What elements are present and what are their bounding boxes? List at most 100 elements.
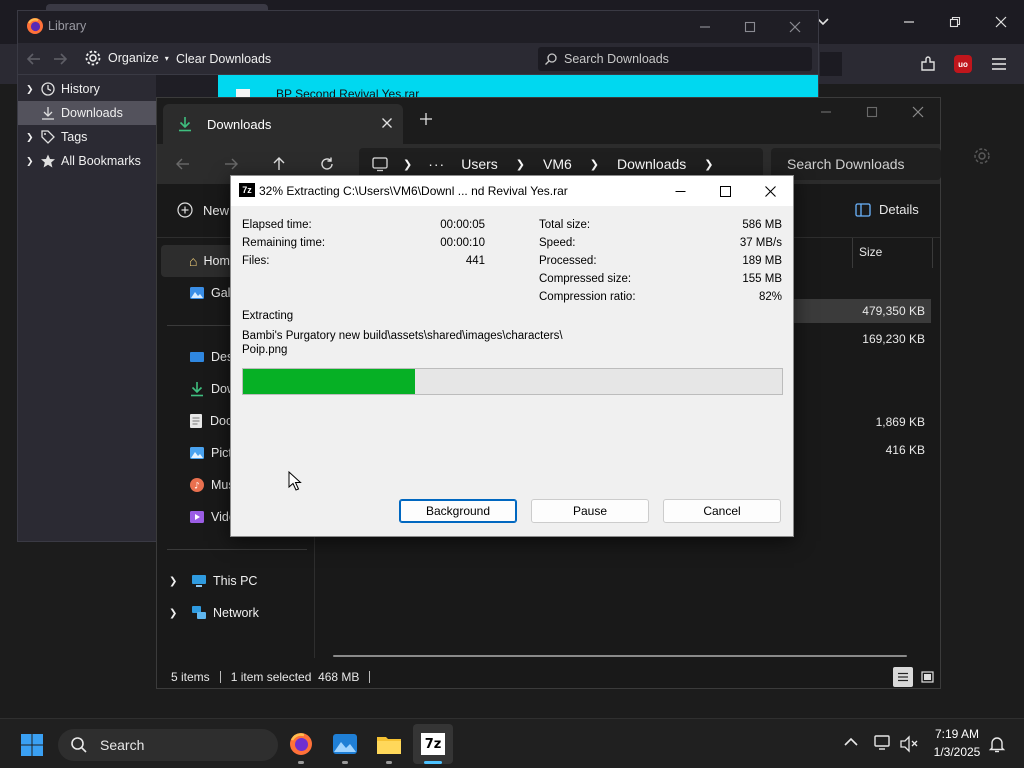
explorer-minimize-button[interactable] — [803, 94, 849, 130]
browser-restore-button[interactable] — [932, 4, 978, 40]
library-back-icon[interactable] — [26, 51, 42, 67]
expand-chevron-icon: ❯ — [26, 131, 34, 142]
column-divider — [932, 238, 933, 268]
volume-muted-icon[interactable] — [899, 735, 919, 753]
taskbar: Search 7z 7:19 AM 1/3/2025 — [0, 718, 1024, 768]
background-button[interactable]: Background — [399, 499, 517, 523]
extensions-icon[interactable] — [918, 54, 938, 74]
browser-close-button[interactable] — [978, 4, 1024, 40]
extraction-progress-dialog: 7z 32% Extracting C:\Users\VM6\Downl ...… — [230, 175, 794, 537]
explorer-up-icon[interactable] — [271, 156, 287, 172]
network-status-icon[interactable] — [873, 734, 893, 752]
svg-text:♪: ♪ — [194, 482, 200, 492]
horizontal-scrollbar[interactable] — [333, 655, 907, 657]
details-pane-icon — [855, 202, 871, 217]
mouse-cursor-icon — [288, 471, 302, 491]
tab-close-icon[interactable] — [381, 117, 393, 129]
network-icon — [192, 606, 206, 619]
photos-icon — [333, 734, 357, 754]
file-explorer-icon — [377, 737, 401, 754]
new-label: New — [203, 202, 230, 218]
breadcrumb-vm6[interactable]: VM6 — [543, 156, 572, 172]
taskbar-firefox-button[interactable] — [281, 724, 321, 764]
library-tree-history[interactable]: ❯ History — [18, 77, 156, 101]
nav-item-network[interactable]: ❯ Network — [161, 597, 311, 629]
notifications-bell-icon[interactable] — [988, 735, 1006, 753]
monitor-icon — [372, 157, 388, 172]
explorer-forward-icon[interactable] — [223, 156, 239, 172]
pause-button[interactable]: Pause — [531, 499, 649, 523]
tiles-view-button[interactable] — [917, 667, 937, 687]
library-titlebar: Library — [18, 11, 818, 43]
nav-item-label: Doc — [210, 414, 233, 428]
show-hidden-icons-chevron[interactable] — [843, 736, 859, 748]
details-view-button[interactable] — [893, 667, 913, 687]
explorer-close-button[interactable] — [895, 94, 941, 130]
organize-gear-icon — [85, 50, 101, 66]
explorer-tab-downloads[interactable]: Downloads — [163, 104, 403, 144]
clear-downloads-button[interactable]: Clear Downloads — [176, 52, 271, 66]
ublock-origin-icon[interactable]: uo — [954, 55, 972, 73]
tiles-view-icon — [920, 671, 934, 683]
library-minimize-button[interactable] — [682, 9, 728, 45]
nav-item-label: Hom — [203, 254, 230, 268]
browser-urlbar-end[interactable] — [820, 52, 842, 76]
explorer-search-input[interactable]: Search Downloads — [771, 148, 941, 180]
details-view-icon — [898, 672, 908, 682]
taskbar-search-box[interactable]: Search — [58, 729, 278, 761]
row-size: 1,869 KB — [875, 415, 925, 429]
explorer-back-icon[interactable] — [175, 156, 191, 172]
nav-item-this-pc[interactable]: ❯ This PC — [161, 565, 311, 597]
library-search-icon — [545, 53, 557, 65]
breadcrumb-ellipsis[interactable]: ··· — [428, 156, 445, 172]
clock-time[interactable]: 7:19 AM — [924, 727, 990, 741]
explorer-refresh-icon[interactable] — [319, 156, 335, 172]
taskbar-file-explorer-button[interactable] — [369, 724, 409, 764]
library-tree-tags[interactable]: ❯ Tags — [18, 125, 156, 149]
organize-button[interactable]: Organize ▾ — [84, 49, 169, 67]
library-tree-all-bookmarks[interactable]: ❯ All Bookmarks — [18, 149, 156, 173]
library-maximize-button[interactable] — [727, 9, 773, 45]
total-size-value: 586 MB — [742, 219, 782, 231]
windows-start-icon[interactable] — [20, 733, 44, 757]
cancel-button[interactable]: Cancel — [663, 499, 781, 523]
dialog-title: 32% Extracting C:\Users\VM6\Downl ... nd… — [259, 184, 568, 198]
compressed-size-label: Compressed size: — [539, 273, 632, 285]
expand-chevron-icon: ❯ — [26, 155, 34, 166]
breadcrumb-downloads[interactable]: Downloads — [617, 156, 686, 172]
library-search-input[interactable]: Search Downloads — [538, 47, 812, 71]
elapsed-time-label: Elapsed time: — [242, 219, 312, 231]
dialog-minimize-button[interactable] — [658, 176, 703, 206]
firefox-icon — [290, 733, 312, 755]
taskbar-search-label: Search — [100, 737, 145, 753]
new-tab-plus-icon[interactable] — [419, 112, 433, 126]
browser-settings-gear-icon[interactable] — [972, 146, 992, 166]
browser-minimize-button[interactable] — [886, 4, 932, 40]
explorer-maximize-button[interactable] — [849, 94, 895, 130]
new-button[interactable]: New — [177, 202, 229, 218]
library-forward-icon[interactable] — [52, 51, 68, 67]
column-divider — [852, 238, 853, 268]
downloads-folder-icon — [179, 117, 191, 132]
breadcrumb-users[interactable]: Users — [461, 156, 498, 172]
taskbar-photos-button[interactable] — [325, 724, 365, 764]
size-column-header[interactable]: Size — [859, 245, 882, 259]
library-close-button[interactable] — [772, 9, 818, 45]
taskbar-7zip-button[interactable]: 7z — [413, 724, 453, 764]
star-icon — [41, 154, 55, 168]
library-search-placeholder: Search Downloads — [564, 52, 669, 66]
details-button[interactable]: Details — [855, 202, 919, 217]
library-tree-downloads[interactable]: Downloads — [18, 101, 156, 125]
hamburger-menu-icon[interactable] — [990, 56, 1008, 72]
library-tree-label: History — [61, 82, 100, 96]
expand-chevron-icon: ❯ — [26, 83, 34, 94]
status-item-count: 5 items — [171, 670, 210, 684]
dialog-close-button[interactable] — [748, 176, 793, 206]
dialog-titlebar: 7z 32% Extracting C:\Users\VM6\Downl ...… — [231, 176, 793, 206]
running-indicator — [298, 761, 304, 764]
library-toolbar: Organize ▾ Clear Downloads Search Downlo… — [18, 43, 818, 75]
running-indicator — [342, 761, 348, 764]
dialog-maximize-button[interactable] — [703, 176, 748, 206]
clock-date[interactable]: 1/3/2025 — [924, 745, 990, 759]
search-icon — [71, 737, 87, 753]
